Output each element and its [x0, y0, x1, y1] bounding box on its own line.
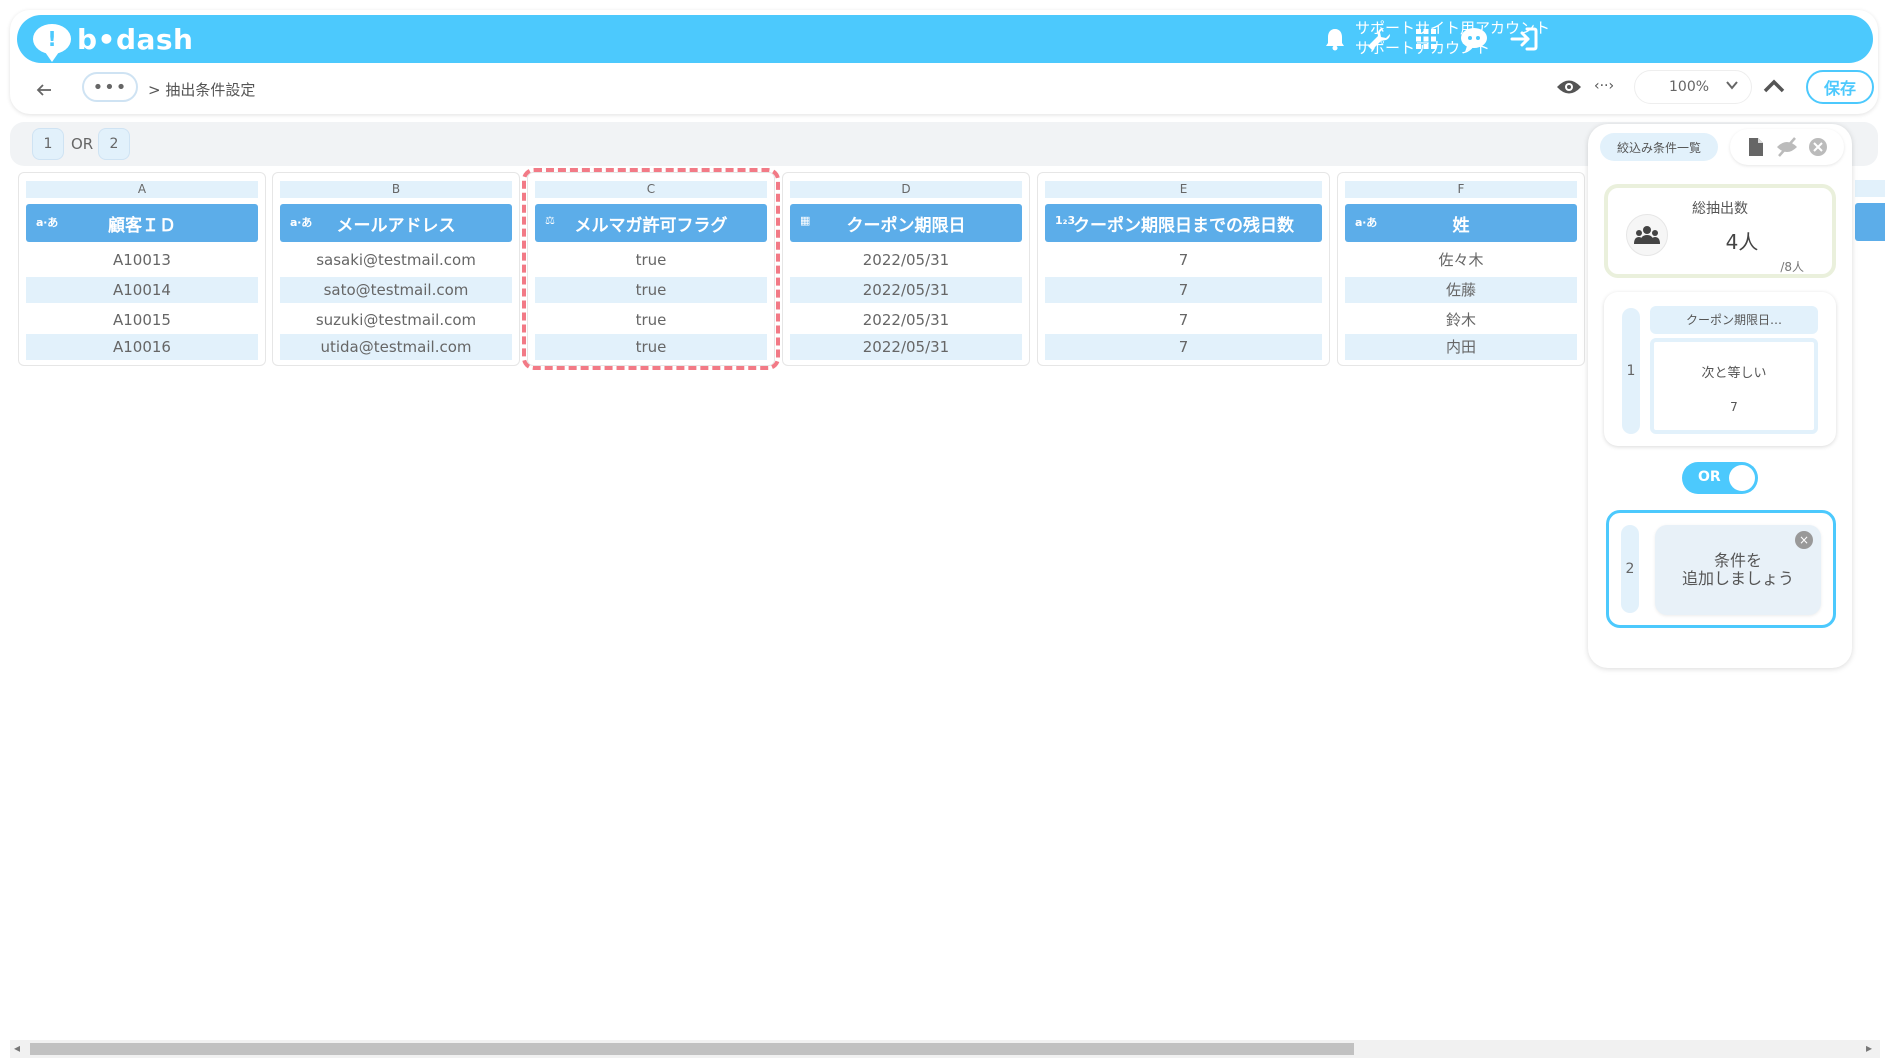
add-line2: 追加しましょう — [1681, 569, 1794, 588]
table-cell: sasaki@testmail.com — [316, 251, 476, 269]
condition-or-text: OR — [71, 135, 94, 153]
total-count-card: 総抽出数 4人 /8人 — [1604, 184, 1836, 278]
header-bar: ! b•dash サポートサイト用アカウント サポートアカウント — [17, 15, 1873, 63]
table-cell: 内田 — [1345, 334, 1577, 360]
table-cell: 7 — [1045, 334, 1322, 360]
column-letter[interactable]: A — [26, 181, 258, 198]
condition-body[interactable]: 次と等しい 7 — [1650, 338, 1818, 434]
or-toggle[interactable]: OR — [1682, 462, 1758, 494]
b-dash-logo[interactable]: ! b•dash — [33, 22, 194, 62]
column-header[interactable]: a‧あ 顧客ＩＤ — [26, 204, 258, 242]
save-button[interactable]: 保存 — [1806, 70, 1874, 104]
condition-card-1[interactable]: 1 クーポン期限日… 次と等しい 7 — [1604, 292, 1836, 446]
table-cell: 7 — [1178, 311, 1189, 329]
table-cell: 佐々木 — [1438, 251, 1484, 269]
condition-badge-2[interactable]: 2 — [98, 128, 130, 160]
type-icon: a‧あ — [290, 216, 313, 229]
chevron-up-icon[interactable] — [1763, 78, 1785, 98]
partial-column — [1855, 172, 1885, 366]
table-cell: 佐藤 — [1345, 277, 1577, 303]
condition-number: 2 — [1621, 525, 1639, 613]
column-letter[interactable]: B — [280, 181, 512, 198]
table-cell: A10015 — [113, 311, 171, 329]
column-letter[interactable]: D — [790, 181, 1022, 198]
table-cell: A10014 — [26, 277, 258, 303]
breadcrumb-current: > 抽出条件設定 — [148, 81, 256, 99]
hide-icon[interactable] — [1776, 137, 1798, 161]
column-title: メールアドレス — [336, 215, 456, 236]
add-line1: 条件を — [1713, 551, 1762, 570]
column-b: Ba‧あ メールアドレス sasaki@testmail.com sato@testm… — [272, 172, 520, 366]
condition-number: 1 — [1622, 308, 1640, 434]
condition-operator: 次と等しい — [1701, 366, 1767, 381]
back-arrow-icon[interactable] — [36, 78, 52, 102]
column-d: D ▦ クーポン期限日 2022/05/31 2022/05/31 2022/05/31 2… — [782, 172, 1030, 366]
column-header[interactable]: ▦ クーポン期限日 — [790, 204, 1022, 242]
eye-icon[interactable] — [1556, 78, 1582, 100]
column-header[interactable]: a‧あ メールアドレス — [280, 204, 512, 242]
table-cell: A10016 — [26, 334, 258, 360]
type-icon: 1₂3 — [1055, 214, 1076, 227]
column-header[interactable]: a‧あ 姓 — [1345, 204, 1577, 242]
column-title: クーポン期限日 — [846, 215, 966, 236]
scroll-right-icon[interactable]: ▸ — [1866, 1041, 1872, 1055]
condition-title[interactable]: クーポン期限日… — [1650, 306, 1818, 334]
panel-icon-bar — [1730, 129, 1844, 165]
scrollbar-thumb[interactable] — [30, 1043, 1354, 1055]
chevron-down-icon — [1725, 78, 1739, 96]
zoom-value: 100% — [1669, 79, 1710, 95]
bell-icon[interactable] — [1318, 23, 1352, 55]
column-header[interactable]: 1₂3 クーポン期限日までの残日数 — [1045, 204, 1322, 242]
logout-icon[interactable] — [1507, 23, 1541, 55]
grid-icon[interactable] — [1409, 23, 1443, 55]
table-cell: 2022/05/31 — [790, 334, 1022, 360]
column-title: 顧客ＩＤ — [108, 215, 176, 236]
condition-value: 7 — [1730, 400, 1738, 414]
document-icon[interactable] — [1748, 137, 1764, 161]
type-icon: ▦ — [800, 214, 811, 227]
app-root: ! b•dash サポートサイト用アカウント サポートアカウント ••• > 抽… — [0, 0, 1890, 1063]
filter-list-button[interactable]: 絞込み条件一覧 — [1600, 133, 1718, 161]
total-denominator: /8人 — [1780, 260, 1804, 274]
logo-bubble-icon: ! — [33, 24, 71, 62]
table-cell: 7 — [1045, 277, 1322, 303]
code-toggle-icon[interactable]: ‹··› — [1594, 78, 1614, 94]
column-letter[interactable]: F — [1345, 181, 1577, 198]
table-cell: 2022/05/31 — [862, 311, 950, 329]
table-cell: sato@testmail.com — [280, 277, 512, 303]
column-a: Aa‧あ 顧客ＩＤ A10013 A10014 A10015 A10016 — [18, 172, 266, 366]
wrench-icon[interactable] — [1362, 23, 1396, 55]
table-cell: 7 — [1178, 251, 1189, 269]
highlight-frame — [522, 168, 780, 370]
table-cell: 鈴木 — [1445, 311, 1476, 329]
zoom-select[interactable]: 100% — [1634, 70, 1752, 104]
column-e: E 1₂3 クーポン期限日までの残日数 7 7 7 7 — [1037, 172, 1330, 366]
column-title: 姓 — [1452, 215, 1470, 236]
table-cell: utida@testmail.com — [280, 334, 512, 360]
support-chat-icon[interactable] — [1457, 23, 1491, 55]
logo-text: b•dash — [77, 22, 194, 56]
column-f: Fa‧あ 姓佐々木佐藤鈴木内田 — [1337, 172, 1585, 366]
condition-badge-1[interactable]: 1 — [32, 128, 64, 160]
horizontal-scrollbar[interactable]: ◂ ▸ — [10, 1040, 1880, 1058]
table-cell: suzuki@testmail.com — [315, 311, 477, 329]
type-icon: a‧あ — [36, 216, 59, 229]
scroll-left-icon[interactable]: ◂ — [14, 1041, 20, 1055]
breadcrumb-more-button[interactable]: ••• — [82, 72, 138, 102]
type-icon: a‧あ — [1355, 216, 1378, 229]
table-cell: 2022/05/31 — [790, 277, 1022, 303]
toggle-label: OR — [1698, 469, 1721, 485]
total-count: 4人 — [1725, 230, 1759, 254]
column-letter[interactable]: E — [1045, 181, 1322, 198]
clear-icon[interactable] — [1808, 137, 1828, 161]
toggle-knob — [1729, 465, 1755, 491]
column-title: クーポン期限日までの残日数 — [1073, 215, 1294, 236]
table-cell: 2022/05/31 — [862, 251, 950, 269]
table-cell: A10013 — [113, 251, 171, 269]
condition-card-2[interactable]: 2 条件を 追加しましょう × — [1606, 510, 1836, 628]
close-icon[interactable]: × — [1795, 531, 1813, 549]
